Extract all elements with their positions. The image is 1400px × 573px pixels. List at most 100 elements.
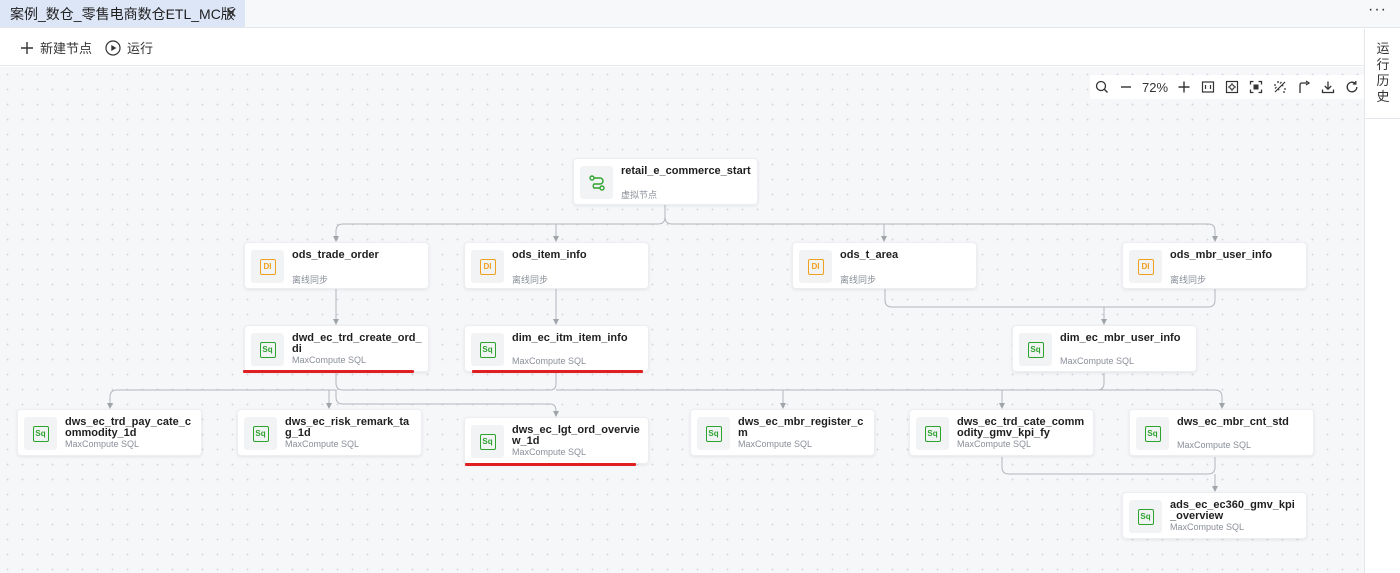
play-circle-icon: [105, 39, 121, 56]
node-type: MaxCompute SQL: [512, 447, 587, 457]
highlight-underline: [465, 463, 636, 466]
node-dws-ec-lgt-ord-overview-1d[interactable]: Sq dws_ec_lgt_ord_overview_1d MaxCompute…: [464, 417, 649, 464]
sql-icon-wrap: Sq: [1019, 333, 1052, 366]
node-type: 虚拟节点: [621, 190, 658, 200]
node-name: dws_ec_mbr_cnt_std: [1177, 416, 1289, 428]
node-type: MaxCompute SQL: [1170, 522, 1245, 532]
sql-icon-wrap: Sq: [471, 333, 504, 366]
close-icon[interactable]: ✕: [225, 4, 238, 22]
node-type: 离线同步: [292, 275, 329, 285]
sql-icon-wrap: Sq: [1136, 417, 1169, 450]
node-type: MaxCompute SQL: [738, 439, 813, 449]
node-type: MaxCompute SQL: [957, 439, 1032, 449]
sql-icon: Sq: [924, 425, 941, 442]
node-type: 离线同步: [840, 275, 877, 285]
sql-icon: Sq: [479, 341, 496, 358]
node-dws-ec-trd-pay-cate-commodity-1d[interactable]: Sq dws_ec_trd_pay_cate_commodity_1d MaxC…: [17, 409, 202, 456]
auto-layout-icon[interactable]: [1268, 75, 1292, 99]
right-panel: 运 行 历 史: [1364, 29, 1400, 573]
node-type: MaxCompute SQL: [512, 356, 587, 366]
run-history-tab[interactable]: 运 行 历 史: [1365, 29, 1400, 119]
tab-bar: 案例_数仓_零售电商数仓ETL_MC版 ✕ ···: [0, 0, 1400, 28]
toolbar: 新建节点 运行: [0, 29, 1364, 66]
di-sync-icon: DI: [259, 258, 276, 275]
node-dws-ec-mbr-cnt-std[interactable]: Sq dws_ec_mbr_cnt_std MaxCompute SQL: [1129, 409, 1314, 456]
edge-style-icon[interactable]: [1292, 75, 1316, 99]
sql-icon: Sq: [252, 425, 269, 442]
di-sync-icon: DI: [1137, 258, 1154, 275]
node-name: dim_ec_mbr_user_info: [1060, 332, 1181, 344]
sql-icon: Sq: [705, 425, 722, 442]
node-retail-e-commerce-start[interactable]: retail_e_commerce_start 虚拟节点: [573, 158, 758, 205]
di-sync-icon-wrap: DI: [799, 250, 832, 283]
node-type: MaxCompute SQL: [1060, 356, 1135, 366]
sql-icon: Sq: [1137, 508, 1154, 525]
zoom-in-icon[interactable]: [1172, 75, 1196, 99]
run-label: 运行: [127, 41, 154, 56]
node-name: ods_t_area: [840, 249, 899, 261]
tab-workflow[interactable]: 案例_数仓_零售电商数仓ETL_MC版 ✕: [0, 0, 245, 27]
actual-size-icon[interactable]: [1196, 75, 1220, 99]
node-ods-mbr-user-info[interactable]: DI ods_mbr_user_info 离线同步: [1122, 242, 1307, 289]
sql-icon-wrap: Sq: [24, 417, 57, 450]
zoom-level: 72%: [1141, 79, 1169, 95]
node-name: dwd_ec_trd_create_ord_di: [292, 332, 422, 355]
fit-view-icon[interactable]: [1244, 75, 1268, 99]
di-sync-icon-wrap: DI: [1129, 250, 1162, 283]
zoom-out-icon[interactable]: [1114, 75, 1138, 99]
refresh-icon[interactable]: [1340, 75, 1364, 99]
node-name: dws_ec_mbr_register_cm: [738, 416, 864, 439]
node-dim-ec-itm-item-info[interactable]: Sq dim_ec_itm_item_info MaxCompute SQL: [464, 325, 649, 372]
node-name: ods_mbr_user_info: [1170, 249, 1273, 261]
node-dws-ec-mbr-register-cm[interactable]: Sq dws_ec_mbr_register_cm MaxCompute SQL: [690, 409, 875, 456]
node-name: dws_ec_trd_pay_cate_commodity_1d: [65, 416, 191, 439]
node-type: 离线同步: [1170, 275, 1207, 285]
node-name: dws_ec_lgt_ord_overview_1d: [512, 424, 640, 447]
search-icon[interactable]: [1090, 75, 1114, 99]
history-char: 史: [1376, 89, 1390, 104]
node-type: MaxCompute SQL: [1177, 440, 1252, 450]
node-dws-ec-trd-cate-commodity-gmv-kpi-fy[interactable]: Sq dws_ec_trd_cate_commodity_gmv_kpi_fy …: [909, 409, 1094, 456]
node-ods-t-area[interactable]: DI ods_t_area 离线同步: [792, 242, 977, 289]
new-node-button[interactable]: 新建节点: [20, 38, 92, 57]
highlight-underline: [243, 370, 414, 373]
more-icon[interactable]: ···: [1368, 1, 1387, 19]
workflow-canvas[interactable]: 72% retail_e_commerce_start 虚拟节点 DI ods_…: [0, 67, 1364, 573]
sql-icon-wrap: Sq: [697, 417, 730, 450]
node-dws-ec-risk-remark-tag-1d[interactable]: Sq dws_ec_risk_remark_tag_1d MaxCompute …: [237, 409, 422, 456]
di-sync-icon: DI: [807, 258, 824, 275]
history-char: 运: [1376, 41, 1390, 56]
node-ads-ec-ec360-gmv-kpi-overview[interactable]: Sq ads_ec_ec360_gmv_kpi_overview MaxComp…: [1122, 492, 1307, 539]
sql-icon-wrap: Sq: [916, 417, 949, 450]
sql-icon: Sq: [1144, 425, 1161, 442]
highlight-underline: [472, 370, 643, 373]
node-type: MaxCompute SQL: [65, 439, 140, 449]
node-name: dws_ec_risk_remark_tag_1d: [285, 416, 410, 439]
di-sync-icon-wrap: DI: [251, 250, 284, 283]
node-dim-ec-mbr-user-info[interactable]: Sq dim_ec_mbr_user_info MaxCompute SQL: [1012, 325, 1197, 372]
new-node-label: 新建节点: [40, 41, 93, 56]
tab-title: 案例_数仓_零售电商数仓ETL_MC版: [10, 5, 235, 22]
plus-icon: [21, 41, 33, 54]
download-icon[interactable]: [1316, 75, 1340, 99]
zoom-toolbar: 72%: [1090, 75, 1364, 99]
node-name: ods_trade_order: [292, 249, 379, 261]
sql-icon-wrap: Sq: [1129, 500, 1162, 533]
node-name: dws_ec_trd_cate_commodity_gmv_kpi_fy: [957, 416, 1085, 439]
node-name: dim_ec_itm_item_info: [512, 332, 628, 344]
di-sync-icon: DI: [479, 258, 496, 275]
node-type: 离线同步: [512, 275, 549, 285]
node-dwd-ec-trd-create-ord-di[interactable]: Sq dwd_ec_trd_create_ord_di MaxCompute S…: [244, 325, 429, 372]
node-ods-item-info[interactable]: DI ods_item_info 离线同步: [464, 242, 649, 289]
sql-icon-wrap: Sq: [471, 425, 504, 458]
fit-center-icon[interactable]: [1220, 75, 1244, 99]
history-char: 历: [1376, 73, 1390, 88]
sql-icon: Sq: [479, 433, 496, 450]
node-ods-trade-order[interactable]: DI ods_trade_order 离线同步: [244, 242, 429, 289]
sql-icon: Sq: [1027, 341, 1044, 358]
node-name: ods_item_info: [512, 249, 587, 261]
sql-icon-wrap: Sq: [251, 333, 284, 366]
sql-icon: Sq: [259, 341, 276, 358]
run-button[interactable]: 运行: [105, 38, 153, 57]
sql-icon-wrap: Sq: [244, 417, 277, 450]
